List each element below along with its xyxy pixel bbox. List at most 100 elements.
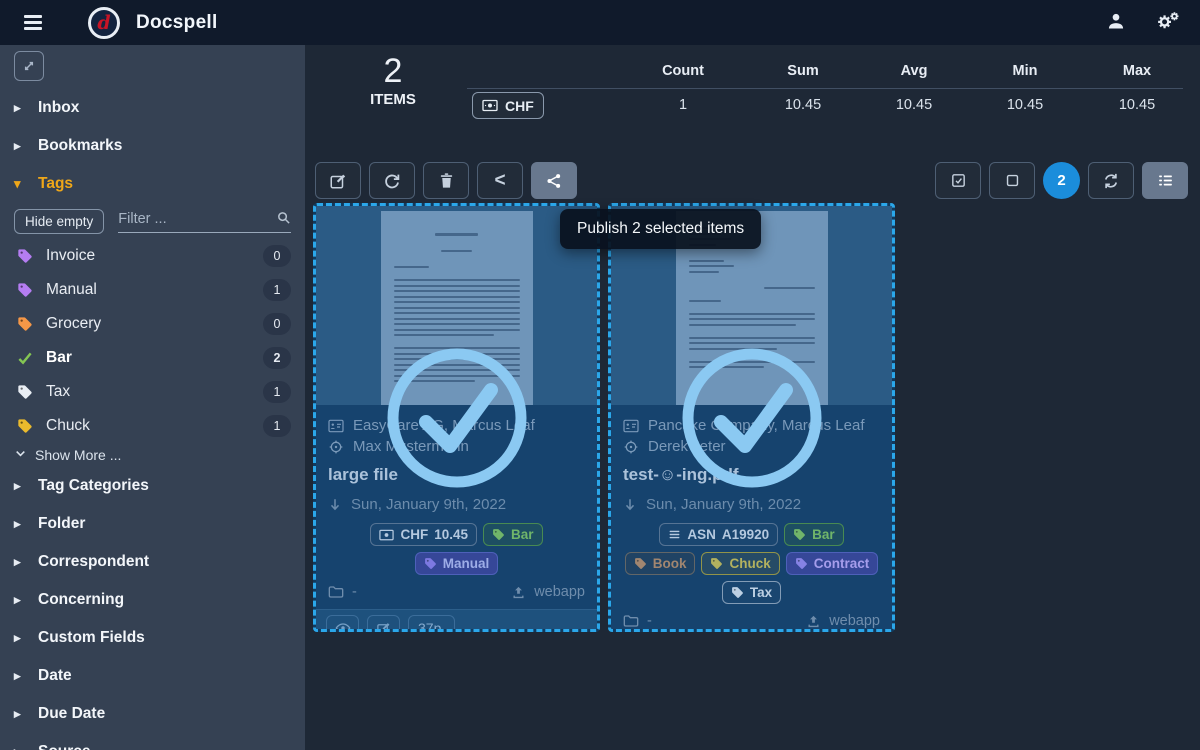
item-title[interactable]: large file <box>328 465 585 485</box>
caret-right-icon: ▸ <box>14 706 27 722</box>
main-content: 2 ITEMS Count Sum Avg Min Max CHF 1 10.4… <box>305 45 1200 750</box>
sidebar-section-folder[interactable]: ▸ Folder <box>0 505 305 543</box>
correspondent-text: Pancake Company, Marcus Leaf <box>648 417 865 434</box>
tag-chip-label: Bar <box>511 527 534 542</box>
folder-icon <box>623 614 639 628</box>
edit-item-button[interactable] <box>367 615 400 633</box>
tag-icon <box>731 586 744 599</box>
tag-chip-label: Manual <box>443 556 490 571</box>
tag-row-grocery[interactable]: Grocery 0 <box>0 307 305 341</box>
tag-row-invoice[interactable]: Invoice 0 <box>0 239 305 273</box>
tag-icon <box>17 316 33 332</box>
chevron-down-icon <box>14 447 27 463</box>
delete-selected-button[interactable] <box>423 162 469 199</box>
publish-selected-button[interactable] <box>531 162 577 199</box>
tag-chip-chuck[interactable]: Chuck <box>701 552 779 575</box>
tag-icon <box>634 557 647 570</box>
source-name: webapp <box>534 584 585 600</box>
trash-icon <box>438 172 455 189</box>
section-label: Inbox <box>38 99 79 117</box>
caret-right-icon: ▸ <box>14 478 27 494</box>
caret-right-icon: ▸ <box>14 630 27 646</box>
list-icon <box>1157 172 1174 189</box>
item-card-test-ing-pdf[interactable]: Pancake Company, Marcus Leaf Derek Jeter… <box>608 203 895 632</box>
user-icon[interactable] <box>1106 11 1126 35</box>
stats-val-sum: 10.45 <box>785 97 821 113</box>
stats-val-max: 10.45 <box>1119 97 1155 113</box>
tag-chip-contract[interactable]: Contract <box>786 552 879 575</box>
dot-circle-icon <box>623 439 639 455</box>
deselect-all-button[interactable] <box>989 162 1035 199</box>
publish-tooltip: Publish 2 selected items <box>560 209 761 249</box>
selection-toolbar: < <box>315 162 577 199</box>
caret-right-icon: ▸ <box>14 100 27 116</box>
currency-chip: CHF <box>472 92 544 119</box>
exit-select-mode-button[interactable] <box>1088 162 1134 199</box>
sidebar-section-due-date[interactable]: ▸ Due Date <box>0 695 305 733</box>
tag-label: Manual <box>46 281 97 299</box>
section-label: Source <box>38 743 91 750</box>
dot-circle-icon <box>328 439 344 455</box>
concerning-row: Derek Jeter <box>623 438 880 455</box>
tag-label: Chuck <box>46 417 90 435</box>
stats-val-min: 10.45 <box>1007 97 1043 113</box>
list-view-button[interactable] <box>1142 162 1188 199</box>
sidebar-section-concerning[interactable]: ▸ Concerning <box>0 581 305 619</box>
tag-chip-manual[interactable]: Manual <box>415 552 499 575</box>
menu-icon[interactable] <box>20 11 46 34</box>
sidebar-section-tag-categories[interactable]: ▸ Tag Categories <box>0 467 305 505</box>
hide-empty-button[interactable]: Hide empty <box>14 209 104 234</box>
tag-row-manual[interactable]: Manual 1 <box>0 273 305 307</box>
sidebar-collapse-button[interactable] <box>14 51 44 81</box>
item-title[interactable]: test-☺-ing.pdf <box>623 465 880 485</box>
card-meta-row: - webapp <box>316 575 597 609</box>
item-card-large-file[interactable]: EasyCare AG, Marcus Leaf Max Mustermann … <box>313 203 600 632</box>
arrow-down-icon <box>328 497 342 512</box>
stats-col-max: Max <box>1123 63 1151 79</box>
stats-val-avg: 10.45 <box>896 97 932 113</box>
sidebar-section-custom-fields[interactable]: ▸ Custom Fields <box>0 619 305 657</box>
stats-col-count: Count <box>662 63 704 79</box>
caret-right-icon: ▸ <box>14 668 27 684</box>
show-more-tags[interactable]: Show More ... <box>0 443 305 467</box>
sidebar-section-date[interactable]: ▸ Date <box>0 657 305 695</box>
less-than-icon: < <box>494 171 505 190</box>
card-content: EasyCare AG, Marcus Leaf Max Mustermann … <box>316 405 597 575</box>
asn-value: A19920 <box>722 527 769 542</box>
amount-currency: CHF <box>400 527 428 542</box>
tag-chip-tax[interactable]: Tax <box>722 581 781 604</box>
tag-chip-book[interactable]: Book <box>625 552 696 575</box>
section-label: Tag Categories <box>38 477 149 495</box>
tag-row-tax[interactable]: Tax 1 <box>0 375 305 409</box>
share-icon <box>545 172 563 190</box>
tag-icon <box>710 557 723 570</box>
sidebar-section-bookmarks[interactable]: ▸ Bookmarks <box>0 127 305 165</box>
item-date: Sun, January 9th, 2022 <box>351 496 506 513</box>
tag-chip-bar[interactable]: Bar <box>784 523 844 546</box>
preview-button[interactable] <box>326 615 359 633</box>
tag-chip-bar[interactable]: Bar <box>483 523 543 546</box>
show-more-label: Show More ... <box>35 447 121 463</box>
sidebar: ▸ Inbox ▸ Bookmarks ▾ Tags Hide empty <box>0 45 305 750</box>
address-card-icon <box>623 419 639 433</box>
tag-row-chuck[interactable]: Chuck 1 <box>0 409 305 443</box>
select-all-button[interactable] <box>935 162 981 199</box>
sidebar-section-source[interactable]: ▸ Source <box>0 733 305 750</box>
sidebar-section-tags[interactable]: ▾ Tags <box>0 165 305 203</box>
merge-selected-button[interactable]: < <box>477 162 523 199</box>
tag-filter-input[interactable] <box>118 211 276 227</box>
tag-row-bar-selected[interactable]: Bar 2 <box>0 341 305 375</box>
top-navbar: d Docspell <box>0 0 1200 45</box>
folder-info: - <box>623 613 652 629</box>
sidebar-section-inbox[interactable]: ▸ Inbox <box>0 89 305 127</box>
caret-right-icon: ▸ <box>14 138 27 154</box>
sidebar-section-correspondent[interactable]: ▸ Correspondent <box>0 543 305 581</box>
edit-selected-button[interactable] <box>315 162 361 199</box>
upload-icon <box>806 614 821 629</box>
reprocess-selected-button[interactable] <box>369 162 415 199</box>
folder-name: - <box>647 613 652 629</box>
stats-val-count: 1 <box>679 97 687 113</box>
section-label: Due Date <box>38 705 105 723</box>
items-label: ITEMS <box>357 91 429 108</box>
settings-gears-icon[interactable] <box>1156 10 1180 36</box>
